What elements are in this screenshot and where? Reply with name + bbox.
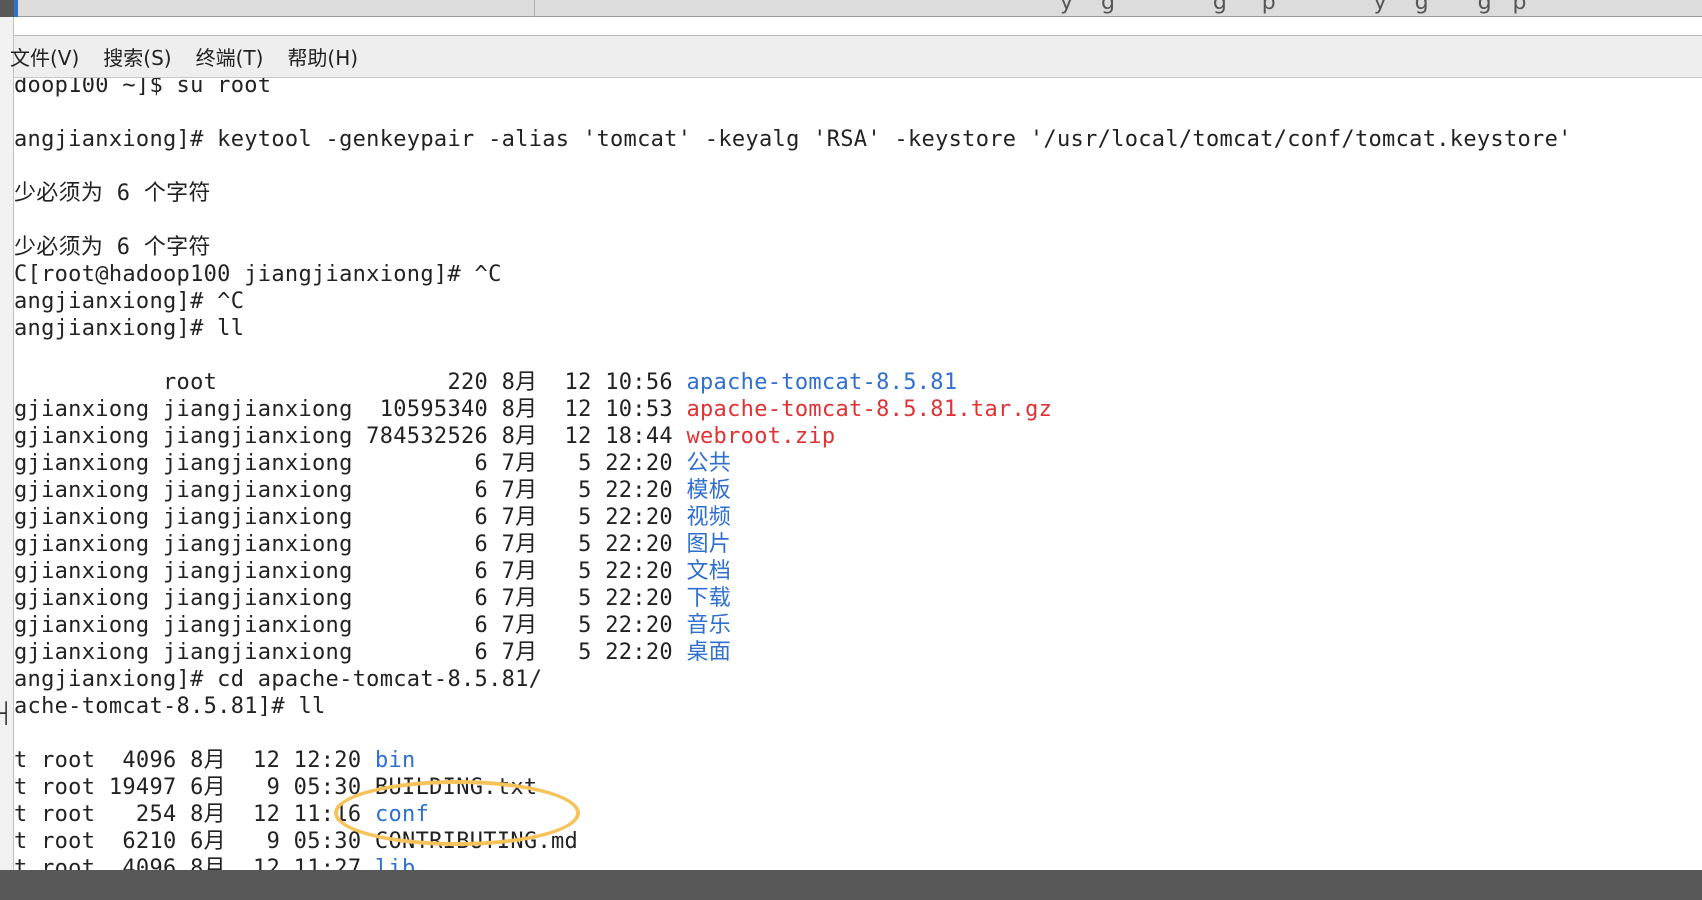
- terminal-line: gjianxiong jiangjianxiong 6 7月 5 22:20 桌…: [14, 639, 731, 666]
- terminal-line: gjianxiong jiangjianxiong 6 7月 5 22:20 图…: [14, 531, 731, 558]
- file-entry-name: conf: [374, 802, 430, 827]
- terminal-line: gjianxiong jiangjianxiong 784532526 8月 1…: [14, 423, 835, 450]
- terminal-line: C[root@hadoop100 jiangjianxiong]# ^C: [14, 261, 502, 288]
- terminal-line: 少必须为 6 个字符: [14, 180, 211, 207]
- terminal-text: t root 254 8月 12 11:16: [14, 802, 375, 827]
- terminal-text: ache-tomcat-8.5.81]# ll: [14, 694, 326, 719]
- terminal-line: 少必须为 6 个字符: [14, 234, 211, 261]
- terminal-line: angjianxiong]# ^C: [14, 288, 244, 315]
- terminal-text: angjianxiong]# keytool -genkeypair -alia…: [14, 127, 1572, 152]
- file-entry-name: 公共: [686, 451, 732, 476]
- terminal-line: angjianxiong]# cd apache-tomcat-8.5.81/: [14, 666, 542, 693]
- terminal-line: gjianxiong jiangjianxiong 6 7月 5 22:20 下…: [14, 585, 731, 612]
- terminal-text: angjianxiong]# ll: [14, 316, 245, 341]
- terminal-text: gjianxiong jiangjianxiong 6 7月 5 22:20: [14, 586, 687, 611]
- terminal-line: root 220 8月 12 10:56 apache-tomcat-8.5.8…: [14, 369, 957, 396]
- left-window-edge: ┤: [0, 17, 14, 870]
- terminal-line: t root 4096 8月 12 11:27 lib: [14, 855, 416, 870]
- terminal-text: t root 19497 6月 9 05:30 BUILDING.txt: [14, 775, 538, 800]
- terminal-text: doop100 ~]$ su root: [14, 78, 272, 98]
- tab-divider: [534, 0, 535, 17]
- terminal-text: t root 6210 6月 9 05:30 CONTRIBUTING.md: [14, 829, 579, 854]
- terminal-line: t root 254 8月 12 11:16 conf: [14, 801, 429, 828]
- file-entry-name: bin: [374, 748, 416, 773]
- terminal-line: t root 19497 6月 9 05:30 BUILDING.txt: [14, 774, 537, 801]
- terminal-line: gjianxiong jiangjianxiong 6 7月 5 22:20 文…: [14, 558, 731, 585]
- terminal-text: gjianxiong jiangjianxiong 6 7月 5 22:20: [14, 451, 687, 476]
- terminal-line: gjianxiong jiangjianxiong 6 7月 5 22:20 音…: [14, 612, 731, 639]
- file-entry-name: apache-tomcat-8.5.81: [686, 370, 958, 395]
- terminal-output[interactable]: doop100 ~]$ su root angjianxiong]# keytoo…: [14, 78, 1702, 870]
- terminal-text: gjianxiong jiangjianxiong 6 7月 5 22:20: [14, 559, 687, 584]
- terminal-text: gjianxiong jiangjianxiong 10595340 8月 12…: [14, 397, 687, 422]
- terminal-line: gjianxiong jiangjianxiong 6 7月 5 22:20 公…: [14, 450, 731, 477]
- file-entry-name: lib: [374, 856, 416, 870]
- terminal-text: angjianxiong]# cd apache-tomcat-8.5.81/: [14, 667, 543, 692]
- terminal-text: gjianxiong jiangjianxiong 6 7月 5 22:20: [14, 640, 687, 665]
- terminal-line: ache-tomcat-8.5.81]# ll: [14, 693, 326, 720]
- terminal-text: t root 4096 8月 12 12:20: [14, 748, 375, 773]
- terminal-text: C[root@hadoop100 jiangjianxiong]# ^C: [14, 262, 502, 287]
- terminal-line: t root 6210 6月 9 05:30 CONTRIBUTING.md: [14, 828, 578, 855]
- terminal-text: 少必须为 6 个字符: [14, 235, 211, 260]
- terminal-text: gjianxiong jiangjianxiong 784532526 8月 1…: [14, 424, 687, 449]
- terminal-text: gjianxiong jiangjianxiong 6 7月 5 22:20: [14, 505, 687, 530]
- menu-search[interactable]: 搜索(S): [103, 42, 171, 71]
- terminal-text: t root 4096 8月 12 11:27: [14, 856, 375, 870]
- window-top-bar: y g g p y g g p: [0, 0, 1702, 17]
- terminal-line: doop100 ~]$ su root: [14, 78, 271, 99]
- window-bottom-bar: [0, 870, 1702, 900]
- file-entry-name: webroot.zip: [686, 424, 836, 449]
- terminal-line: gjianxiong jiangjianxiong 6 7月 5 22:20 视…: [14, 504, 731, 531]
- terminal-line: t root 4096 8月 12 12:20 bin: [14, 747, 416, 774]
- terminal-text: root 220 8月 12 10:56: [14, 370, 687, 395]
- file-entry-name: 文档: [686, 559, 732, 584]
- terminal-line: angjianxiong]# ll: [14, 315, 244, 342]
- file-entry-name: 视频: [686, 505, 732, 530]
- terminal-text: gjianxiong jiangjianxiong 6 7月 5 22:20: [14, 478, 687, 503]
- resize-grip-icon[interactable]: ┤: [0, 701, 12, 725]
- terminal-text: 少必须为 6 个字符: [14, 181, 211, 206]
- file-entry-name: 桌面: [686, 640, 732, 665]
- menu-view[interactable]: 文件(V): [10, 42, 79, 71]
- terminal-line: gjianxiong jiangjianxiong 6 7月 5 22:20 模…: [14, 477, 731, 504]
- top-bar-text-fragment: y g g p y g g p: [1060, 0, 1527, 15]
- file-entry-name: 模板: [686, 478, 732, 503]
- file-entry-name: 图片: [686, 532, 732, 557]
- terminal-line: gjianxiong jiangjianxiong 10595340 8月 12…: [14, 396, 1052, 423]
- terminal-text: gjianxiong jiangjianxiong 6 7月 5 22:20: [14, 532, 687, 557]
- file-entry-name: 音乐: [686, 613, 732, 638]
- terminal-text: angjianxiong]# ^C: [14, 289, 245, 314]
- terminal-text: gjianxiong jiangjianxiong 6 7月 5 22:20: [14, 613, 687, 638]
- menu-help[interactable]: 帮助(H): [287, 42, 358, 71]
- terminal-line: angjianxiong]# keytool -genkeypair -alia…: [14, 126, 1572, 153]
- menu-terminal[interactable]: 终端(T): [196, 42, 264, 71]
- file-entry-name: 下载: [686, 586, 732, 611]
- file-entry-name: apache-tomcat-8.5.81.tar.gz: [686, 397, 1053, 422]
- menu-bar: 文件(V) 搜索(S) 终端(T) 帮助(H): [10, 35, 1702, 78]
- window-accent: [14, 0, 18, 17]
